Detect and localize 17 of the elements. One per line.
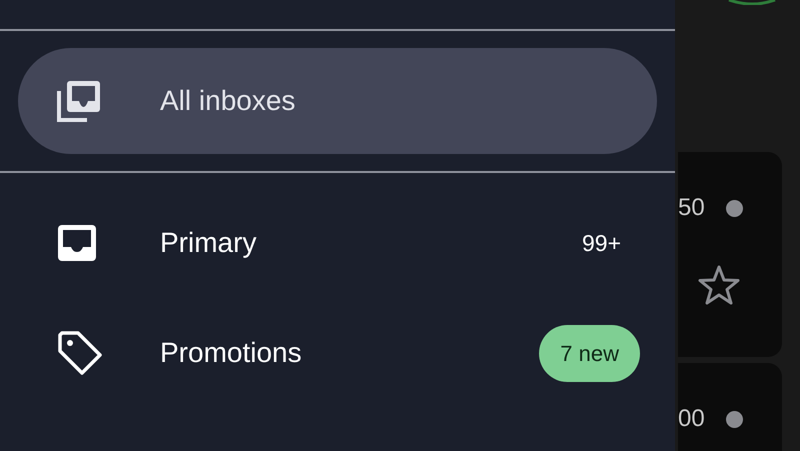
inbox-stack-icon [56,79,102,123]
item-label: All inboxes [160,84,296,118]
star-icon[interactable] [697,264,741,306]
drawer-item[interactable]: Primary 99+ [18,188,657,298]
inbox-icon [56,223,98,263]
new-badge: 7 new [539,324,640,382]
tag-icon [56,329,104,377]
drawer-item[interactable]: Promotions 7 new [18,298,657,408]
email-time: 00 [678,407,705,431]
email-card[interactable]: 50 [678,152,782,357]
item-label: Primary [160,226,258,260]
email-time: 50 [678,196,705,220]
email-card[interactable]: 00 [678,363,782,451]
item-label: Promotions [160,336,303,370]
avatar-icon[interactable] [727,0,777,5]
unread-count: 99+ [582,228,621,258]
drawer-item[interactable]: All inboxes [18,48,657,154]
